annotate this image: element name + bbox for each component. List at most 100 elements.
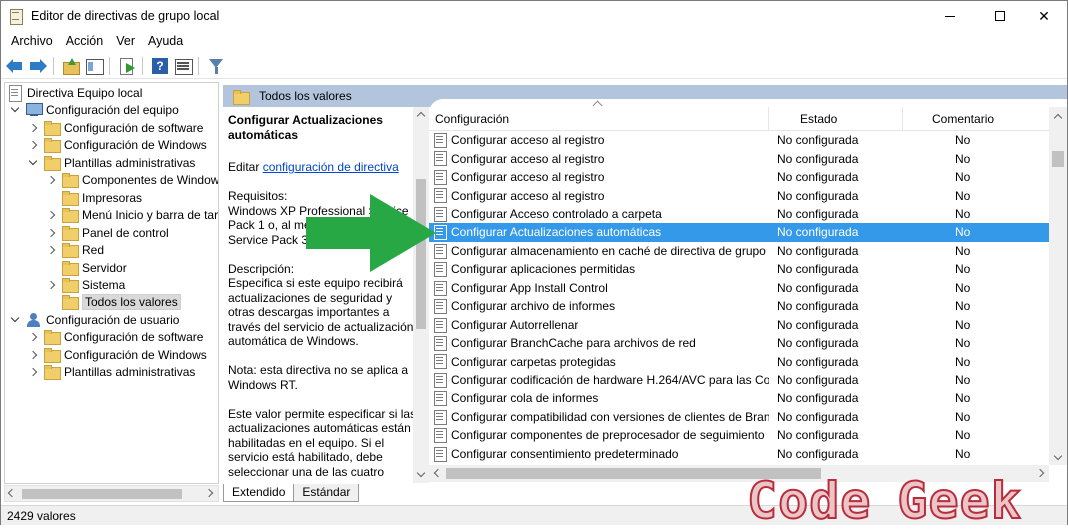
expand-icon[interactable]	[27, 331, 39, 343]
tree-item-network[interactable]: Red	[45, 241, 104, 258]
collapse-icon[interactable]	[27, 157, 39, 169]
up-folder-icon[interactable]	[62, 57, 80, 75]
tree-item-user-config[interactable]: Configuración de usuario	[9, 311, 179, 328]
minimize-icon	[945, 15, 955, 17]
export-list-icon[interactable]	[118, 57, 136, 75]
table-row[interactable]: Configurar acceso al registro No configur…	[429, 149, 1049, 167]
table-row[interactable]: Configurar consentimiento predeterminado…	[429, 445, 1049, 463]
setting-comment: No	[955, 409, 971, 424]
setting-name: Configurar almacenamiento en caché de di…	[451, 243, 766, 258]
column-header-comment[interactable]: Comentario	[932, 112, 994, 126]
table-row[interactable]: Configurar codificación de hardware H.26…	[429, 371, 1049, 389]
expand-icon[interactable]	[27, 349, 39, 361]
policy-setting-icon	[434, 372, 447, 388]
close-button[interactable]: ✕	[1021, 1, 1067, 31]
description-line: Windows RT.	[228, 377, 298, 392]
description-scrollbar[interactable]	[413, 107, 429, 483]
table-row[interactable]: Configurar acceso al registro No configur…	[429, 186, 1049, 204]
menu-ver[interactable]: Ver	[116, 34, 135, 48]
table-row[interactable]: Configurar archivo de informes No configu…	[429, 297, 1049, 315]
tree-item-software-settings[interactable]: Configuración de software	[27, 119, 203, 136]
scroll-down-icon[interactable]	[1053, 451, 1063, 461]
table-row[interactable]: Configurar App Install Control No configu…	[429, 279, 1049, 297]
tree-item-server[interactable]: Servidor	[62, 259, 127, 276]
scroll-up-icon[interactable]	[416, 111, 426, 121]
properties-icon[interactable]	[174, 57, 193, 75]
help-icon[interactable]	[151, 57, 169, 75]
tree-item-user-windows-settings[interactable]: Configuración de Windows	[27, 346, 207, 363]
list-vertical-scrollbar[interactable]	[1049, 107, 1067, 465]
tree-item-windows-settings[interactable]: Configuración de Windows	[27, 136, 207, 153]
table-row[interactable]: Configurar Acceso controlado a carpeta No…	[429, 205, 1049, 223]
tree-item-label: Componentes de Window	[82, 172, 219, 187]
tree-horizontal-scrollbar[interactable]	[4, 485, 219, 502]
scroll-thumb[interactable]	[1052, 151, 1064, 167]
table-row[interactable]: Configurar acceso al registro No configur…	[429, 168, 1049, 186]
scroll-right-icon[interactable]	[204, 488, 214, 498]
menu-accion[interactable]: Acción	[66, 34, 104, 48]
collapse-icon[interactable]	[9, 314, 21, 326]
scroll-left-icon[interactable]	[7, 488, 17, 498]
table-row[interactable]: Configurar Actualizaciones automáticas No…	[429, 223, 1049, 242]
table-row[interactable]: Configurar compatibilidad con versiones …	[429, 408, 1049, 426]
tree-item-label: Menú Inicio y barra de tare	[82, 207, 219, 222]
tree-root[interactable]: Directiva Equipo local	[8, 84, 142, 102]
setting-comment: No	[955, 428, 971, 443]
table-row[interactable]: Configurar BranchCache para archivos de …	[429, 334, 1049, 352]
back-arrow-icon[interactable]	[6, 57, 24, 75]
tree-item-user-admin-templates[interactable]: Plantillas administrativas	[27, 363, 195, 380]
folder-icon	[62, 261, 79, 276]
edit-policy-link[interactable]: configuración de directiva	[263, 160, 399, 174]
menu-archivo[interactable]: Archivo	[11, 34, 53, 48]
scroll-right-icon[interactable]	[1035, 468, 1045, 478]
filter-icon[interactable]	[207, 57, 225, 75]
tree-item-control-panel[interactable]: Panel de control	[45, 224, 169, 241]
expand-icon[interactable]	[45, 174, 57, 186]
tree-item-printers[interactable]: Impresoras	[62, 189, 142, 206]
folder-icon	[44, 138, 61, 153]
table-row[interactable]: Configurar componentes de preprocesador …	[429, 426, 1049, 444]
table-row[interactable]: Configurar almacenamiento en caché de di…	[429, 242, 1049, 260]
tab-standard[interactable]: Estándar	[293, 484, 360, 502]
tree-item-system[interactable]: Sistema	[45, 276, 125, 293]
scroll-left-icon[interactable]	[433, 468, 443, 478]
expand-icon[interactable]	[27, 139, 39, 151]
menu-ayuda[interactable]: Ayuda	[148, 34, 183, 48]
column-divider[interactable]	[902, 107, 903, 131]
table-row[interactable]: Configurar aplicaciones permitidas No con…	[429, 260, 1049, 278]
menu-bar: Archivo Acción Ver Ayuda	[1, 31, 1067, 51]
policy-setting-icon	[434, 151, 447, 167]
column-divider[interactable]	[768, 107, 769, 131]
minimize-button[interactable]	[927, 1, 973, 31]
table-row[interactable]: Configurar carpetas protegidas No configu…	[429, 352, 1049, 370]
table-row[interactable]: Configurar acceso al registro No configur…	[429, 131, 1049, 149]
setting-state: No configurada	[777, 391, 859, 406]
table-row[interactable]: Configurar Autorrellenar No configurada No	[429, 316, 1049, 334]
tree-item-label: Configuración de Windows	[64, 347, 207, 362]
scroll-up-icon[interactable]	[1053, 113, 1063, 123]
forward-arrow-icon[interactable]	[29, 57, 47, 75]
setting-state: No configurada	[777, 151, 859, 166]
tree-item-all-settings[interactable]: Todos los valores	[62, 293, 181, 310]
column-header-setting[interactable]: Configuración	[435, 112, 509, 126]
expand-icon[interactable]	[45, 227, 57, 239]
scroll-thumb[interactable]	[22, 489, 182, 499]
expand-icon[interactable]	[27, 122, 39, 134]
scroll-down-icon[interactable]	[416, 468, 426, 478]
maximize-button[interactable]	[977, 1, 1023, 31]
tab-extended[interactable]: Extendido	[223, 484, 295, 502]
table-row[interactable]: Configurar cola de informes No configurad…	[429, 389, 1049, 407]
expand-icon[interactable]	[45, 209, 57, 221]
expand-icon[interactable]	[45, 244, 57, 256]
tree-item-admin-templates[interactable]: Plantillas administrativas	[27, 154, 195, 171]
tree-item-user-software-settings[interactable]: Configuración de software	[27, 328, 203, 345]
show-hide-tree-icon[interactable]	[85, 57, 104, 75]
setting-state: No configurada	[777, 188, 859, 203]
column-header-state[interactable]: Estado	[800, 112, 837, 126]
expand-icon[interactable]	[27, 366, 39, 378]
tree-item-start-menu[interactable]: Menú Inicio y barra de tare	[45, 206, 219, 223]
tree-item-computer-config[interactable]: Configuración del equipo	[9, 101, 179, 118]
collapse-icon[interactable]	[9, 104, 21, 116]
tree-item-windows-components[interactable]: Componentes de Window	[45, 171, 219, 188]
expand-icon[interactable]	[45, 279, 57, 291]
